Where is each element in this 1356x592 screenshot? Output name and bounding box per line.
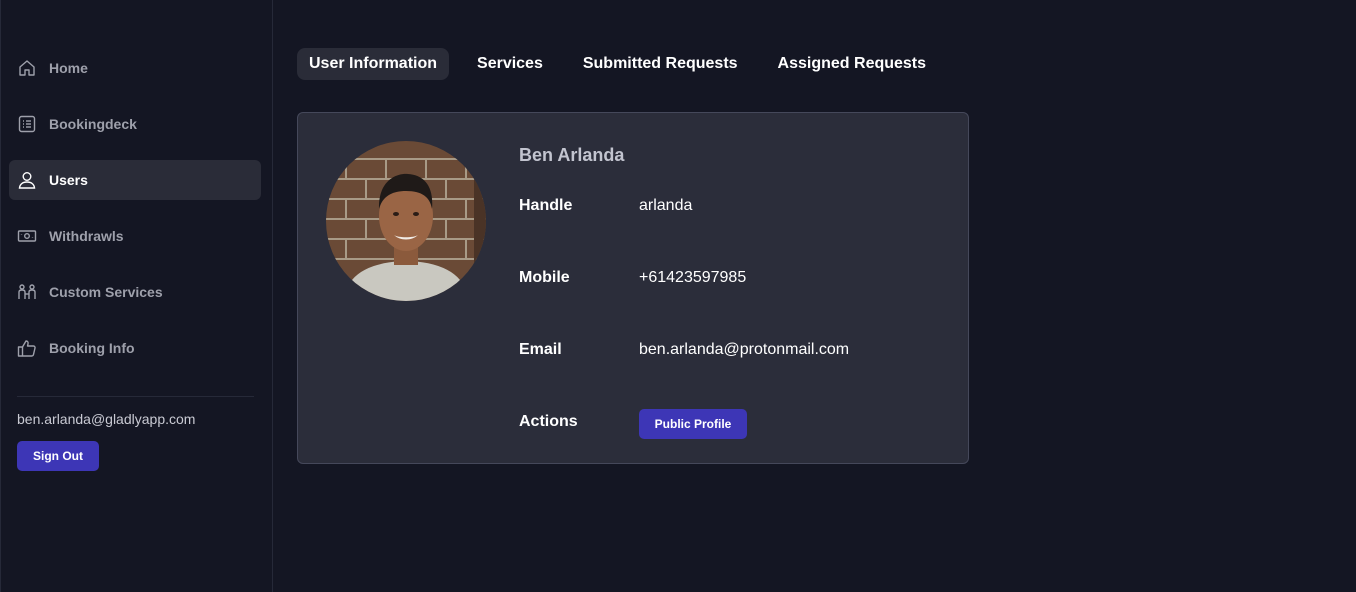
actions-label: Actions (519, 413, 578, 430)
signed-in-email: ben.arlanda@gladlyapp.com (17, 411, 196, 427)
people-icon (17, 282, 37, 302)
sidebar-nav: Home Bookingdeck Users Withdrawls Custom… (9, 48, 261, 384)
user-info-card: Ben Arlanda Handle arlanda Mobile +61423… (297, 112, 969, 464)
sidebar-item-label: Booking Info (49, 340, 135, 356)
sidebar-item-label: Bookingdeck (49, 116, 137, 132)
sidebar-item-label: Users (49, 172, 88, 188)
tab-submitted-requests[interactable]: Submitted Requests (571, 48, 750, 80)
sidebar-item-label: Withdrawls (49, 228, 124, 244)
banknote-icon (17, 226, 37, 246)
handle-label: Handle (519, 197, 573, 214)
sidebar: Home Bookingdeck Users Withdrawls Custom… (0, 0, 273, 592)
tab-bar: User Information Services Submitted Requ… (297, 48, 954, 80)
app-window: Home Bookingdeck Users Withdrawls Custom… (0, 0, 1356, 592)
sidebar-item-booking-info[interactable]: Booking Info (9, 328, 261, 368)
sidebar-item-withdrawls[interactable]: Withdrawls (9, 216, 261, 256)
sidebar-item-label: Home (49, 60, 88, 76)
email-label: Email (519, 341, 562, 358)
mobile-value: +61423597985 (639, 269, 747, 286)
sidebar-item-home[interactable]: Home (9, 48, 261, 88)
public-profile-button[interactable]: Public Profile (639, 409, 747, 439)
avatar (326, 141, 486, 301)
user-name: Ben Arlanda (519, 145, 625, 165)
sidebar-divider (17, 396, 254, 397)
home-icon (17, 58, 37, 78)
tab-assigned-requests[interactable]: Assigned Requests (766, 48, 938, 80)
sidebar-item-custom-services[interactable]: Custom Services (9, 272, 261, 312)
sidebar-item-bookingdeck[interactable]: Bookingdeck (9, 104, 261, 144)
email-value: ben.arlanda@protonmail.com (639, 341, 850, 358)
user-icon (17, 170, 37, 190)
sidebar-item-label: Custom Services (49, 284, 163, 300)
tab-user-information[interactable]: User Information (297, 48, 450, 80)
thumbs-up-icon (17, 338, 37, 358)
sidebar-item-users[interactable]: Users (9, 160, 261, 200)
handle-value: arlanda (639, 197, 693, 214)
tab-services[interactable]: Services (465, 48, 555, 80)
list-icon (17, 114, 37, 134)
sign-out-button[interactable]: Sign Out (17, 441, 99, 471)
mobile-label: Mobile (519, 269, 570, 286)
